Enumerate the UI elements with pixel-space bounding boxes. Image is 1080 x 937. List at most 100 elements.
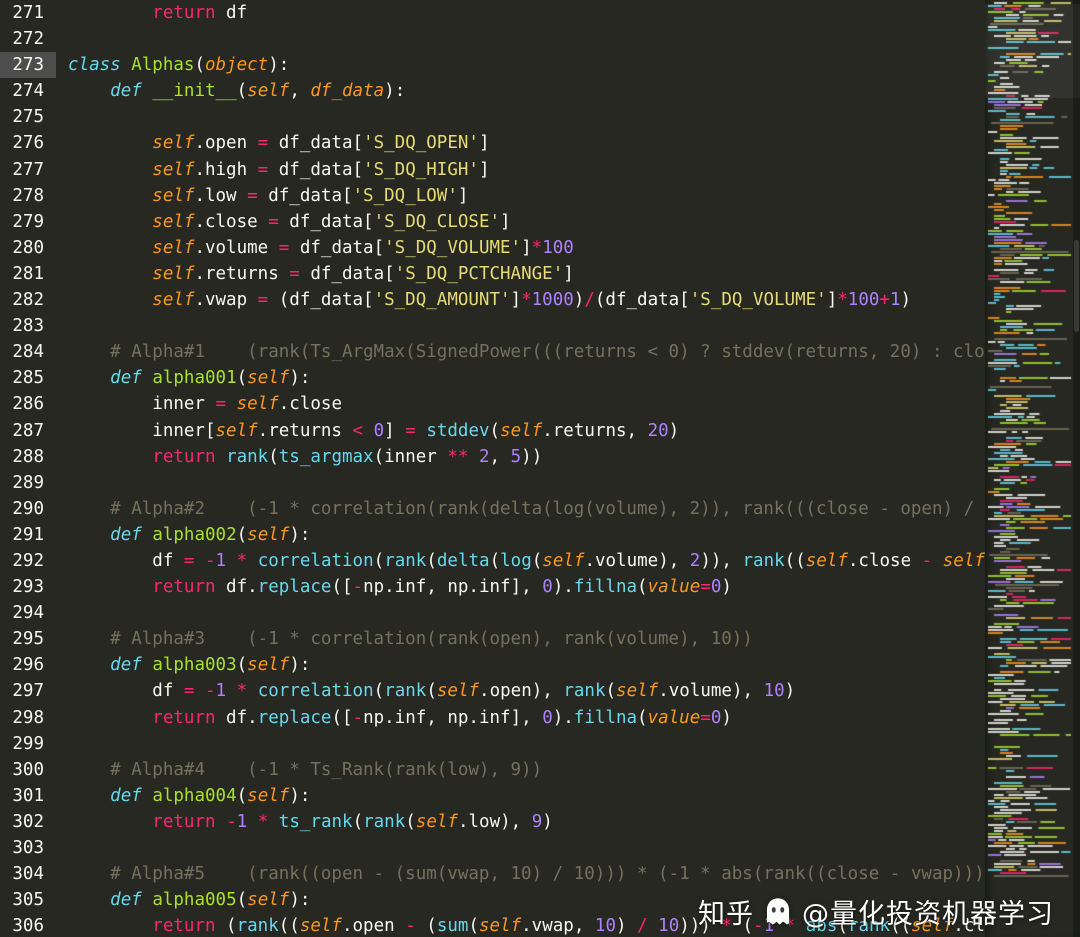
code-line[interactable]: 290 # Alpha#2 (-1 * correlation(rank(del… (0, 496, 985, 522)
code-line[interactable]: 296 def alpha003(self): (0, 652, 985, 678)
line-number[interactable]: 292 (0, 548, 56, 574)
line-number[interactable]: 285 (0, 365, 56, 391)
code-line[interactable]: 300 # Alpha#4 (-1 * Ts_Rank(rank(low), 9… (0, 757, 985, 783)
minimap-canvas[interactable] (985, 0, 1080, 937)
code-line[interactable]: 274 def __init__(self, df_data): (0, 78, 985, 104)
code-line-text: # Alpha#4 (-1 * Ts_Rank(rank(low), 9)) (56, 757, 985, 783)
editor-pane[interactable]: 271 return df 272 273 class Alphas(object):… (0, 0, 985, 937)
scrollbar-thumb[interactable] (1074, 240, 1079, 332)
code-line[interactable]: 278 self.low = df_data['S_DQ_LOW'] (0, 183, 985, 209)
line-number[interactable]: 296 (0, 652, 56, 678)
code-line[interactable]: 279 self.close = df_data['S_DQ_CLOSE'] (0, 209, 985, 235)
line-number[interactable]: 284 (0, 339, 56, 365)
line-number[interactable]: 282 (0, 287, 56, 313)
line-number[interactable]: 289 (0, 470, 56, 496)
code-line[interactable]: 283 (0, 313, 985, 339)
line-number[interactable]: 302 (0, 809, 56, 835)
code-line[interactable]: 291 def alpha002(self): (0, 522, 985, 548)
code-line[interactable]: 302 return -1 * ts_rank(rank(self.low), … (0, 809, 985, 835)
line-number[interactable]: 291 (0, 522, 56, 548)
line-number[interactable]: 297 (0, 678, 56, 704)
code-line-text: class Alphas(object): (56, 52, 985, 78)
line-number[interactable]: 272 (0, 26, 56, 52)
line-number[interactable]: 303 (0, 835, 56, 861)
line-number[interactable]: 281 (0, 261, 56, 287)
line-number[interactable]: 290 (0, 496, 56, 522)
code-line[interactable]: 288 return rank(ts_argmax(inner ** 2, 5)… (0, 444, 985, 470)
code-line[interactable]: 305 def alpha005(self): (0, 887, 985, 913)
line-number[interactable]: 304 (0, 861, 56, 887)
line-number[interactable]: 276 (0, 130, 56, 156)
code-line[interactable]: 285 def alpha001(self): (0, 365, 985, 391)
code-line[interactable]: 275 (0, 104, 985, 130)
code-line[interactable]: 271 return df (0, 0, 985, 26)
line-number[interactable]: 298 (0, 705, 56, 731)
line-number[interactable]: 277 (0, 157, 56, 183)
code-token: ([ (331, 577, 353, 598)
line-number[interactable]: 295 (0, 626, 56, 652)
line-number[interactable]: 280 (0, 235, 56, 261)
code-token: ( (468, 916, 479, 937)
line-number[interactable]: 274 (0, 78, 56, 104)
code-token: ): (289, 368, 311, 389)
code-line[interactable]: 292 df = -1 * correlation(rank(delta(log… (0, 548, 985, 574)
code-line[interactable]: 272 (0, 26, 985, 52)
line-number[interactable]: 273 (0, 52, 56, 79)
code-line[interactable]: 284 # Alpha#1 (rank(Ts_ArgMax(SignedPowe… (0, 339, 985, 365)
code-line[interactable]: 303 (0, 835, 985, 861)
code-line[interactable]: 287 inner[self.returns < 0] = stddev(sel… (0, 418, 985, 444)
code-line[interactable]: 295 # Alpha#3 (-1 * correlation(rank(ope… (0, 626, 985, 652)
code-line[interactable]: 281 self.returns = df_data['S_DQ_PCTCHAN… (0, 261, 985, 287)
line-number[interactable]: 301 (0, 783, 56, 809)
code-line[interactable]: 297 df = -1 * correlation(rank(self.open… (0, 678, 985, 704)
code-line[interactable]: 280 self.volume = df_data['S_DQ_VOLUME']… (0, 235, 985, 261)
line-number[interactable]: 305 (0, 887, 56, 913)
line-number[interactable]: 299 (0, 731, 56, 757)
code-line[interactable]: 286 inner = self.close (0, 391, 985, 417)
code-line[interactable]: 277 self.high = df_data['S_DQ_HIGH'] (0, 157, 985, 183)
code-line[interactable]: 289 (0, 470, 985, 496)
line-number[interactable]: 279 (0, 209, 56, 235)
code-line-text: def __init__(self, df_data): (56, 78, 985, 104)
code-token: 'S_DQ_CLOSE' (373, 211, 501, 232)
code-token: self (152, 211, 195, 232)
code-line[interactable]: 298 return df.replace([-np.inf, np.inf],… (0, 705, 985, 731)
code-token: ** (447, 446, 469, 467)
line-number[interactable]: 300 (0, 757, 56, 783)
code-line[interactable]: 306 return (rank((self.open - (sum(self.… (0, 913, 985, 937)
line-number[interactable]: 278 (0, 183, 56, 209)
line-number[interactable]: 306 (0, 913, 56, 937)
code-token: .volume), (584, 550, 690, 571)
code-line[interactable]: 282 self.vwap = (df_data['S_DQ_AMOUNT']*… (0, 287, 985, 313)
vertical-scrollbar[interactable] (1073, 0, 1080, 937)
code-area[interactable]: 271 return df 272 273 class Alphas(object):… (0, 0, 985, 937)
line-number[interactable]: 287 (0, 418, 56, 444)
code-line[interactable]: 299 (0, 731, 985, 757)
code-token: alpha001 (152, 368, 237, 389)
code-line[interactable]: 293 return df.replace([-np.inf, np.inf],… (0, 574, 985, 600)
code-line[interactable]: 294 (0, 600, 985, 626)
code-line[interactable]: 304 # Alpha#5 (rank((open - (sum(vwap, 1… (0, 861, 985, 887)
line-number[interactable]: 294 (0, 600, 56, 626)
code-token: 0 (542, 707, 553, 728)
minimap[interactable] (985, 0, 1080, 937)
code-token: (( (784, 550, 806, 571)
line-number[interactable]: 275 (0, 104, 56, 130)
line-number[interactable]: 288 (0, 444, 56, 470)
line-number[interactable]: 286 (0, 391, 56, 417)
code-line[interactable]: 276 self.open = df_data['S_DQ_OPEN'] (0, 130, 985, 156)
code-line[interactable]: 301 def alpha004(self): (0, 783, 985, 809)
code-token: df_data[ (299, 263, 395, 284)
code-token: ( (531, 550, 543, 571)
code-token: # Alpha#3 (-1 * correlation(rank(open), … (110, 629, 753, 650)
code-line[interactable]: 273 class Alphas(object): (0, 52, 985, 79)
code-token: 'S_DQ_OPEN' (363, 133, 479, 154)
code-token: df_data[ (268, 159, 364, 180)
code-line-text (56, 313, 985, 339)
line-number[interactable]: 271 (0, 0, 56, 26)
line-number[interactable]: 283 (0, 313, 56, 339)
line-number[interactable]: 293 (0, 574, 56, 600)
